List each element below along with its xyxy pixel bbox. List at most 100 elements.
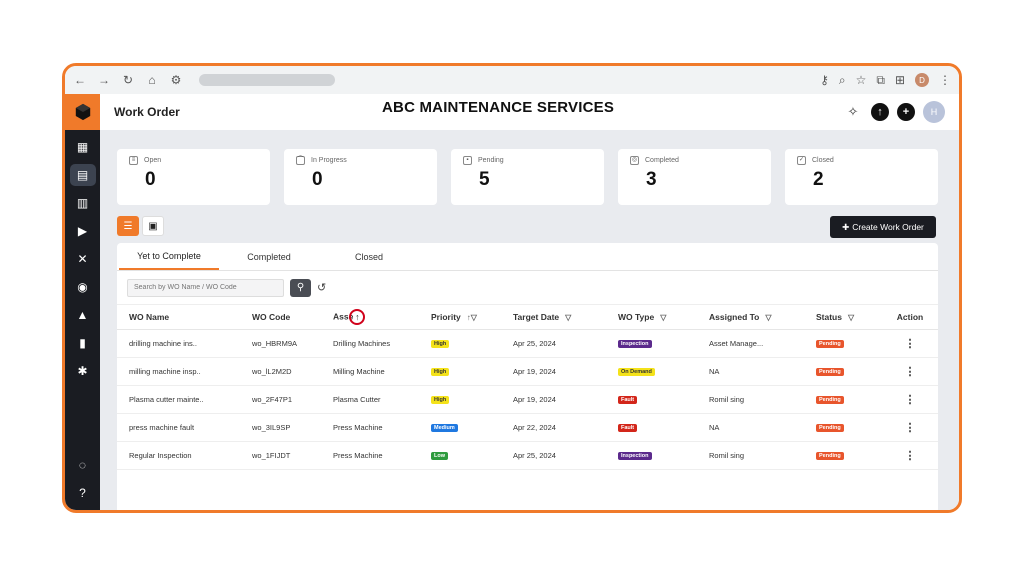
stat-card-pending[interactable]: ▪ Pending 5 — [451, 149, 604, 205]
tab-completed[interactable]: Completed — [219, 243, 319, 270]
priority-badge: Medium — [431, 424, 458, 432]
page-title: Work Order — [114, 105, 180, 119]
table-row[interactable]: milling machine insp.. wo_lL2M2D Milling M… — [117, 357, 938, 386]
col-wo-code[interactable]: WO Code — [240, 305, 321, 330]
cell-wo-type: Fault — [606, 385, 697, 414]
cell-wo-code: wo_lL2M2D — [240, 357, 321, 386]
cell-assigned-to: Romil sing — [697, 385, 804, 414]
sidebar-alerts-icon[interactable]: ▲ — [70, 304, 96, 326]
sidebar-tasks-icon[interactable]: ✕ — [70, 248, 96, 270]
puzzle-icon[interactable]: ⊞ — [895, 73, 905, 87]
star-icon[interactable]: ☆ — [856, 73, 867, 87]
reload-icon[interactable]: ↻ — [121, 73, 135, 87]
board-view-icon[interactable]: ▣ — [142, 216, 164, 236]
sidebar-assets-icon[interactable]: ◉ — [70, 276, 96, 298]
search-input[interactable] — [127, 278, 284, 297]
sidebar-work-order-icon[interactable]: ▤ — [69, 164, 96, 186]
user-avatar[interactable]: H — [923, 101, 945, 123]
cell-status: Pending — [804, 441, 882, 470]
browser-profile-avatar[interactable]: D — [915, 73, 929, 87]
sidebar-reports-icon[interactable]: ▮ — [70, 332, 96, 354]
cell-target-date: Apr 25, 2024 — [501, 441, 606, 470]
col-priority-label: Priority — [431, 311, 461, 322]
col-asset[interactable]: Asse ↑ — [321, 305, 419, 330]
sidebar-dashboard-icon[interactable]: ▦ — [70, 136, 96, 158]
stat-value: 2 — [813, 169, 824, 190]
menu-icon[interactable]: ⋮ — [939, 73, 951, 87]
cell-wo-name: Regular Inspection — [117, 441, 240, 470]
cell-assigned-to: NA — [697, 413, 804, 442]
create-work-order-button[interactable]: ✚ Create Work Order — [830, 216, 936, 238]
sort-arrow-icon[interactable]: ↑ — [349, 308, 366, 325]
table-row[interactable]: Regular Inspection wo_1FIJDT Press Machine… — [117, 441, 938, 470]
filter-icon[interactable]: ▽ — [660, 313, 666, 322]
row-actions-icon[interactable]: ⋮ — [882, 329, 938, 358]
priority-badge: High — [431, 340, 450, 348]
upload-icon[interactable]: ↑ — [871, 103, 889, 121]
filter-icon[interactable]: ▽ — [565, 313, 571, 322]
row-actions-icon[interactable]: ⋮ — [882, 357, 938, 386]
table-row[interactable]: press machine fault wo_3IL9SP Press Machin… — [117, 413, 938, 442]
main-content: Work Order ABC MAINTENANCE SERVICES ✧ ↑ … — [100, 94, 959, 510]
stat-card-open[interactable]: ≡ Open 0 — [117, 149, 270, 205]
priority-badge: High — [431, 368, 450, 376]
col-target-date-label: Target Date — [513, 311, 560, 322]
filter-icon[interactable]: ↑▽ — [467, 313, 477, 322]
tab-closed[interactable]: Closed — [319, 243, 419, 270]
check-circle-icon: ✓ — [797, 156, 806, 165]
row-actions-icon[interactable]: ⋮ — [882, 385, 938, 414]
col-wo-name[interactable]: WO Name — [117, 305, 240, 330]
refresh-icon[interactable]: ↺ — [317, 281, 326, 294]
col-assigned-to[interactable]: Assigned To ▽ — [697, 305, 804, 330]
row-actions-icon[interactable]: ⋮ — [882, 413, 938, 442]
sidebar-play-icon[interactable]: ▶ — [70, 220, 96, 242]
stat-value: 5 — [479, 169, 490, 190]
col-status[interactable]: Status ▽ — [804, 305, 882, 330]
stat-card-completed[interactable]: ◎ Completed 3 — [618, 149, 771, 205]
cell-target-date: Apr 25, 2024 — [501, 329, 606, 358]
zoom-icon[interactable]: ⌕ — [839, 73, 846, 88]
address-bar[interactable] — [199, 74, 335, 86]
row-actions-icon[interactable]: ⋮ — [882, 441, 938, 470]
tab-yet-to-complete[interactable]: Yet to Complete — [119, 243, 219, 270]
cell-assigned-to: Romil sing — [697, 441, 804, 470]
table-row[interactable]: drilling machine ins.. wo_HBRM9A Drilling … — [117, 329, 938, 358]
status-badge: Pending — [816, 340, 844, 348]
plus-icon: ✚ — [842, 221, 850, 232]
key-icon[interactable]: ⚷ — [820, 73, 829, 87]
stat-card-closed[interactable]: ✓ Closed 2 — [785, 149, 938, 205]
target-icon: ◎ — [630, 156, 639, 165]
extension-icon[interactable]: ⧉ — [876, 73, 885, 88]
cell-wo-type: Inspection — [606, 329, 697, 358]
col-wo-type[interactable]: WO Type ▽ — [606, 305, 697, 330]
list-view-icon[interactable]: ☰ — [117, 216, 139, 236]
forward-icon[interactable]: → — [97, 73, 111, 87]
cell-wo-name: Plasma cutter mainte.. — [117, 385, 240, 414]
sidebar-chat-icon[interactable]: ◌ — [70, 454, 96, 476]
site-settings-icon[interactable]: ⚙ — [169, 73, 183, 87]
stat-card-in-progress[interactable]: ⌒ In Progress 0 — [284, 149, 437, 205]
stat-label: Open — [144, 157, 162, 164]
search-icon[interactable]: ⚲ — [290, 278, 311, 297]
status-badge: Pending — [816, 396, 844, 404]
magic-wand-icon[interactable]: ✧ — [843, 102, 863, 122]
work-order-panel: Yet to Complete Completed Closed ⚲ ↺ WO … — [117, 243, 938, 510]
sidebar-help-icon[interactable]: ? — [70, 482, 96, 504]
cell-status: Pending — [804, 357, 882, 386]
view-toggle: ☰ ▣ — [117, 216, 164, 236]
browser-window: ← → ↻ ⌂ ⚙ ⚷ ⌕ ☆ ⧉ ⊞ D ⋮ ▦ ▤ ▥ ▶ ✕ ◉ ▲ ▮ — [62, 63, 962, 513]
filter-icon[interactable]: ▽ — [765, 313, 771, 322]
col-priority[interactable]: Priority ↑▽ — [419, 305, 501, 330]
table-row[interactable]: Plasma cutter mainte.. wo_2F47P1 Plasma Cu… — [117, 385, 938, 414]
cell-wo-type: On Demand — [606, 357, 697, 386]
back-icon[interactable]: ← — [73, 73, 87, 87]
clipboard-icon: ▪ — [463, 156, 472, 165]
cell-wo-code: wo_1FIJDT — [240, 441, 321, 470]
filter-icon[interactable]: ▽ — [848, 313, 854, 322]
sidebar-calendar-icon[interactable]: ▥ — [70, 192, 96, 214]
home-icon[interactable]: ⌂ — [145, 73, 159, 87]
col-target-date[interactable]: Target Date ▽ — [501, 305, 606, 330]
add-icon[interactable]: + — [897, 103, 915, 121]
sidebar-settings-icon[interactable]: ✱ — [70, 360, 96, 382]
cell-priority: Medium — [419, 413, 501, 442]
